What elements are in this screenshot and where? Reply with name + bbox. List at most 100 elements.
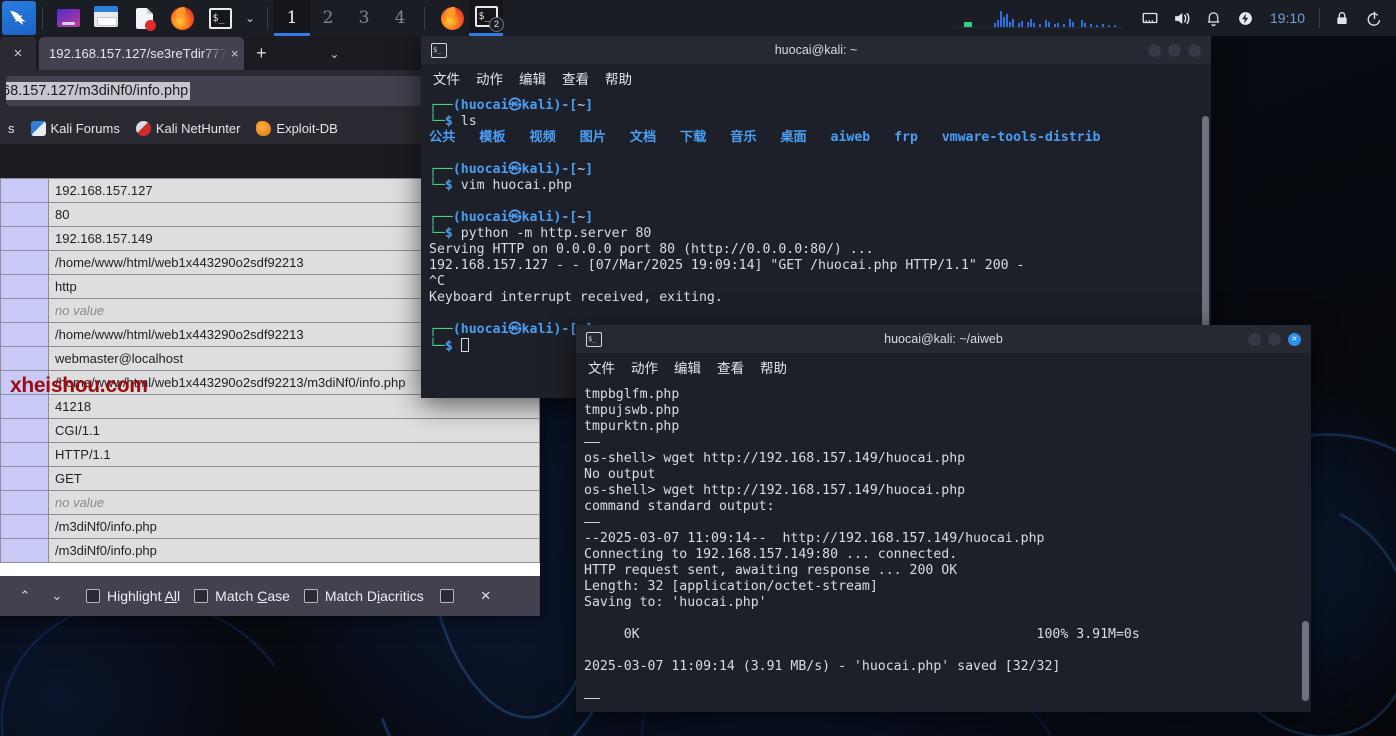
- menu-actions[interactable]: 动作: [476, 68, 503, 88]
- system-tray: 19:10: [1134, 0, 1396, 36]
- volume-icon[interactable]: [1166, 0, 1198, 36]
- table-cell-value: GET: [48, 466, 540, 491]
- menu-actions[interactable]: 动作: [631, 357, 658, 377]
- maximize-button[interactable]: [1268, 332, 1281, 346]
- terminal-window-aiweb[interactable]: $_ huocai@kali: ~/aiweb ✕ 文件 动作 编辑 查看 帮助…: [576, 325, 1311, 712]
- terminal-title-bar[interactable]: $_ huocai@kali: ~: [421, 36, 1211, 64]
- window-task-list: $_ 2: [435, 0, 504, 36]
- menu-edit[interactable]: 编辑: [674, 357, 701, 377]
- minimize-button[interactable]: [1248, 332, 1261, 346]
- table-cell-value: no value: [48, 490, 540, 515]
- maximize-button[interactable]: [1168, 43, 1181, 57]
- table-row: GET: [0, 466, 540, 491]
- address-bar[interactable]: 68.157.127/m3diNf0/info.php: [6, 76, 444, 106]
- folder-icon[interactable]: [91, 3, 121, 33]
- menu-view[interactable]: 查看: [717, 357, 744, 377]
- whole-words-checkbox[interactable]: [439, 589, 454, 603]
- logout-icon[interactable]: [1358, 0, 1390, 36]
- terminal-icon[interactable]: $_: [205, 3, 235, 33]
- lock-icon[interactable]: [1326, 0, 1358, 36]
- checkbox-box[interactable]: [86, 589, 100, 603]
- table-cell-key: [0, 418, 49, 443]
- minimize-button[interactable]: [1148, 43, 1161, 57]
- bookmark-item-kali-nethunter[interactable]: Kali NetHunter: [128, 118, 249, 139]
- bookmark-label: Exploit-DB: [276, 120, 338, 136]
- table-cell-value: CGI/1.1: [48, 418, 540, 443]
- menu-file[interactable]: 文件: [588, 357, 615, 377]
- taskbar: $_ ⌄ 1 2 3 4 $_ 2 19:10: [0, 0, 1396, 36]
- notification-icon[interactable]: [1198, 0, 1230, 36]
- bookmark-item-kali-forums[interactable]: Kali Forums: [23, 118, 128, 139]
- table-cell-key: [0, 322, 49, 347]
- kali-menu-icon[interactable]: [2, 1, 36, 35]
- url-text[interactable]: 68.157.127/m3diNf0/info.php: [6, 82, 191, 100]
- menu-edit[interactable]: 编辑: [519, 68, 546, 88]
- bookmark-label: Kali NetHunter: [155, 120, 241, 136]
- find-previous-icon[interactable]: ⌃: [10, 581, 40, 611]
- chevron-down-icon[interactable]: ⌄: [239, 11, 261, 25]
- table-cell-key: [0, 490, 49, 515]
- network-icon[interactable]: [1134, 0, 1166, 36]
- exploit-db-icon: [256, 120, 272, 136]
- bookmark-label: Kali Forums: [50, 120, 120, 136]
- workspace-1[interactable]: 1: [274, 0, 310, 36]
- terminal-title-bar[interactable]: $_ huocai@kali: ~/aiweb ✕: [576, 325, 1311, 353]
- close-icon[interactable]: ×: [231, 46, 239, 61]
- terminal-menu-bar: 文件 动作 编辑 查看 帮助: [576, 353, 1311, 381]
- menu-help[interactable]: 帮助: [605, 68, 632, 88]
- browser-tab-active[interactable]: 192.168.157.127/se3reTdir777 ×: [39, 37, 245, 70]
- table-cell-key: [0, 250, 49, 275]
- terminal-output[interactable]: tmpbglfm.php tmpujswb.php tmpurktn.php —…: [576, 381, 1311, 712]
- text-editor-icon[interactable]: [129, 3, 159, 33]
- highlight-all-label: Highlight All: [107, 588, 181, 604]
- terminal-menu-bar: 文件 动作 编辑 查看 帮助: [421, 64, 1211, 92]
- workspace-3[interactable]: 3: [346, 0, 382, 36]
- find-close-icon[interactable]: ×: [470, 581, 502, 611]
- firefox-icon[interactable]: [167, 3, 197, 33]
- match-case-checkbox[interactable]: Match Case: [194, 588, 290, 604]
- display-icon[interactable]: [53, 3, 83, 33]
- terminal-task-button[interactable]: $_ 2: [469, 0, 504, 36]
- tab-scroll-close-icon[interactable]: ×: [0, 37, 36, 70]
- match-diacritics-checkbox[interactable]: Match Diacritics: [303, 588, 424, 604]
- close-button[interactable]: ✕: [1288, 332, 1301, 346]
- taskbar-divider: [1319, 8, 1320, 28]
- table-row: 41218: [0, 394, 540, 419]
- menu-help[interactable]: 帮助: [760, 357, 787, 377]
- checkbox-box[interactable]: [439, 589, 454, 603]
- bookmark-item-exploit-db[interactable]: Exploit-DB: [248, 118, 345, 139]
- table-row: no value: [0, 490, 540, 515]
- taskbar-divider: [424, 7, 425, 29]
- checkbox-box[interactable]: [303, 589, 318, 603]
- power-icon[interactable]: [1230, 0, 1262, 36]
- table-cell-key: [0, 298, 49, 323]
- workspace-2[interactable]: 2: [310, 0, 346, 36]
- task-badge-count: 2: [489, 17, 504, 32]
- find-next-icon[interactable]: ⌄: [42, 581, 72, 611]
- checkbox-box[interactable]: [194, 589, 209, 603]
- taskbar-divider: [267, 7, 268, 29]
- table-row: /m3diNf0/info.php: [0, 538, 540, 563]
- table-cell-key: [0, 178, 49, 203]
- table-cell-key: [0, 394, 49, 419]
- table-row: HTTP/1.1: [0, 442, 540, 467]
- new-tab-button[interactable]: +: [244, 37, 278, 70]
- terminal-scrollbar[interactable]: [1302, 621, 1309, 701]
- list-all-tabs-icon[interactable]: ⌄: [314, 37, 354, 70]
- terminal-title: huocai@kali: ~: [774, 43, 858, 57]
- match-diacritics-label: Match Diacritics: [324, 588, 424, 604]
- tab-title: 192.168.157.127/se3reTdir777: [49, 46, 227, 61]
- kali-nethunter-icon: [135, 120, 151, 136]
- taskbar-divider: [42, 7, 43, 29]
- clock[interactable]: 19:10: [1262, 10, 1313, 26]
- workspace-4[interactable]: 4: [382, 0, 418, 36]
- table-row: /m3diNf0/info.php: [0, 514, 540, 539]
- bookmark-item[interactable]: s: [0, 118, 23, 139]
- menu-view[interactable]: 查看: [562, 68, 589, 88]
- close-button[interactable]: [1188, 43, 1201, 57]
- table-cell-key: [0, 346, 49, 371]
- firefox-task-button[interactable]: [435, 0, 469, 36]
- network-activity-graph: [951, 5, 1122, 31]
- menu-file[interactable]: 文件: [433, 68, 460, 88]
- highlight-all-checkbox[interactable]: Highlight All: [86, 588, 180, 604]
